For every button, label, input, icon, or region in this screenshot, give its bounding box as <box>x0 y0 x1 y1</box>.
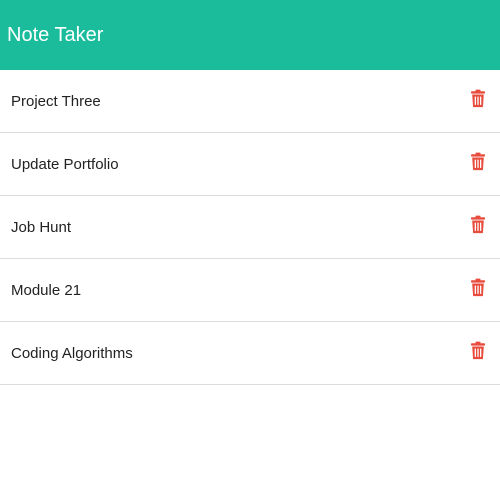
app-title: Note Taker <box>7 23 104 46</box>
note-item[interactable]: Update Portfolio <box>0 133 500 196</box>
note-title[interactable]: Project Three <box>11 94 101 109</box>
note-title[interactable]: Job Hunt <box>11 220 71 235</box>
app: Note Taker Project Three Update Portfoli… <box>0 0 500 500</box>
trash-icon <box>471 341 485 359</box>
delete-note-button[interactable] <box>466 210 490 238</box>
note-list: Project Three Update Portfolio Job Hunt … <box>0 70 500 385</box>
note-item[interactable]: Module 21 <box>0 259 500 322</box>
note-title[interactable]: Update Portfolio <box>11 157 119 172</box>
trash-icon <box>471 215 485 233</box>
trash-icon <box>471 89 485 107</box>
delete-note-button[interactable] <box>466 336 490 364</box>
note-item[interactable]: Coding Algorithms <box>0 322 500 385</box>
navbar: Note Taker <box>0 0 500 70</box>
delete-note-button[interactable] <box>466 147 490 175</box>
note-item[interactable]: Job Hunt <box>0 196 500 259</box>
trash-icon <box>471 152 485 170</box>
trash-icon <box>471 278 485 296</box>
note-title[interactable]: Module 21 <box>11 283 81 298</box>
note-title[interactable]: Coding Algorithms <box>11 346 133 361</box>
delete-note-button[interactable] <box>466 84 490 112</box>
note-item[interactable]: Project Three <box>0 70 500 133</box>
delete-note-button[interactable] <box>466 273 490 301</box>
